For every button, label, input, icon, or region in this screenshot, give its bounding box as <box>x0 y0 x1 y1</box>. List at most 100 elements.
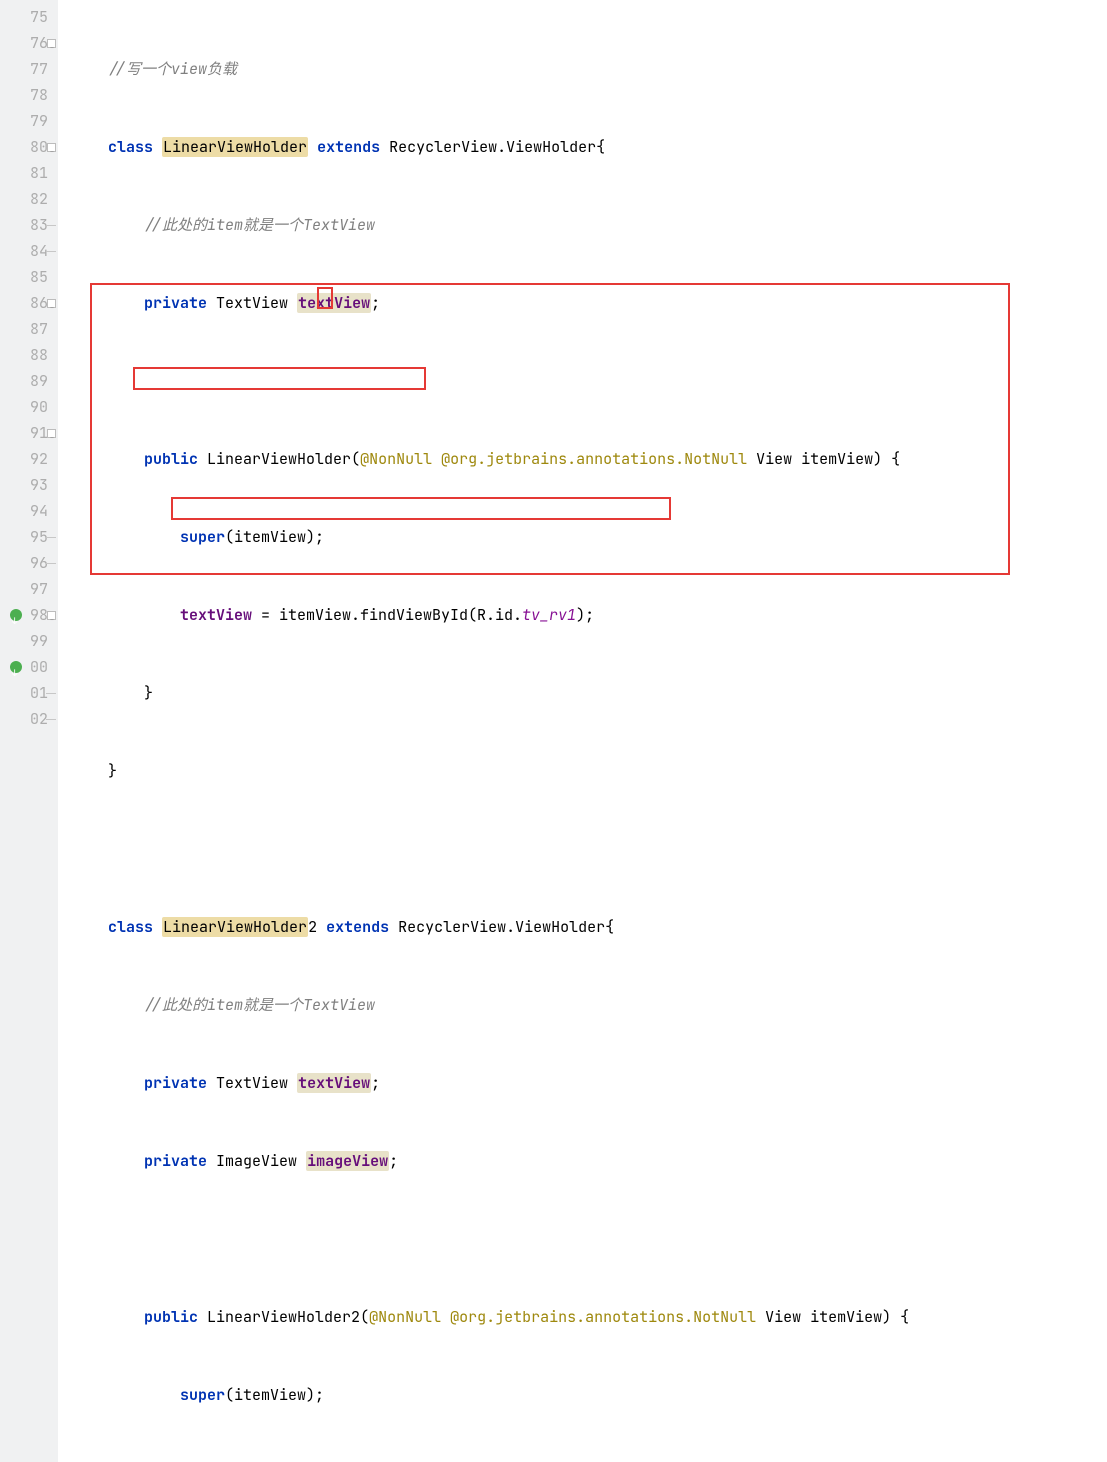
code-line: } <box>72 758 1107 784</box>
annotation: @org.jetbrains.annotations.NotNull <box>450 1307 756 1327</box>
comment: //此处的item就是一个TextView <box>144 215 375 235</box>
brace: } <box>108 761 117 781</box>
token: View itemView) { <box>756 1307 909 1327</box>
line-number: 89 <box>8 368 48 394</box>
annotation-box-imageview-assign <box>171 497 671 520</box>
code-line: } <box>72 680 1107 706</box>
line-number: 02 <box>8 706 48 732</box>
code-editor[interactable]: //写一个view负载 class LinearViewHolder exten… <box>58 0 1107 1462</box>
token: RecyclerView.ViewHolder{ <box>398 917 614 937</box>
code-line: textView = itemView.findViewById(R.id.tv… <box>72 602 1107 628</box>
line-number: 91 <box>8 420 48 446</box>
code-line <box>72 1226 1107 1252</box>
code-line: class LinearViewHolder extends RecyclerV… <box>72 134 1107 160</box>
line-number: 75 <box>8 4 48 30</box>
fold-icon[interactable] <box>47 299 56 308</box>
keyword: public <box>144 1307 198 1327</box>
override-gutter-icon[interactable] <box>10 661 22 673</box>
field: textView <box>297 293 371 313</box>
line-number: 83 <box>8 212 48 238</box>
token: ); <box>576 605 594 625</box>
token: RecyclerView.ViewHolder{ <box>389 137 605 157</box>
token: (itemView); <box>225 1385 324 1405</box>
type: ImageView <box>216 1151 297 1171</box>
line-number: 80 <box>8 134 48 160</box>
type: TextView <box>216 1073 288 1093</box>
line-number: 82 <box>8 186 48 212</box>
fold-icon[interactable] <box>47 611 56 620</box>
line-number: 95 <box>8 524 48 550</box>
code-line: textView = itemView.findViewById(R.id.tv… <box>72 1460 1107 1462</box>
code-line: //此处的item就是一个TextView <box>72 212 1107 238</box>
code-line: //此处的item就是一个TextView <box>72 992 1107 1018</box>
line-number: 98 <box>8 602 48 628</box>
ctor: LinearViewHolder2( <box>207 1307 369 1327</box>
class-name: LinearViewHolder <box>162 917 308 937</box>
line-number: 97 <box>8 576 48 602</box>
line-number: 76 <box>8 30 48 56</box>
token: = itemView.findViewById(R.id. <box>252 605 522 625</box>
comment: //此处的item就是一个TextView <box>144 995 375 1015</box>
class-name-suffix: 2 <box>308 917 317 937</box>
code-line: public LinearViewHolder(@NonNull @org.je… <box>72 446 1107 472</box>
keyword: super <box>180 527 225 547</box>
annotation: @org.jetbrains.annotations.NotNull <box>441 449 747 469</box>
code-line: private TextView textView; <box>72 1070 1107 1096</box>
fold-end-icon <box>46 251 56 252</box>
line-number: 90 <box>8 394 48 420</box>
keyword: extends <box>326 917 389 937</box>
keyword: private <box>144 1151 207 1171</box>
token: ; <box>389 1151 398 1171</box>
fold-end-icon <box>46 537 56 538</box>
token: (itemView); <box>225 527 324 547</box>
line-number: 79 <box>8 108 48 134</box>
field: textView <box>297 1073 371 1093</box>
line-number: 85 <box>8 264 48 290</box>
type: TextView <box>216 293 288 313</box>
fold-icon[interactable] <box>47 143 56 152</box>
code-line <box>72 836 1107 862</box>
line-number: 84 <box>8 238 48 264</box>
class-name: LinearViewHolder <box>162 137 308 157</box>
override-gutter-icon[interactable] <box>10 609 22 621</box>
field: textView <box>180 605 252 625</box>
token: ; <box>371 1073 380 1093</box>
line-number: 78 <box>8 82 48 108</box>
token: View itemView) { <box>747 449 900 469</box>
keyword: extends <box>317 137 380 157</box>
code-line: private ImageView imageView; <box>72 1148 1107 1174</box>
fold-end-icon <box>46 563 56 564</box>
keyword: class <box>108 917 153 937</box>
line-number: 81 <box>8 160 48 186</box>
line-number: 01 <box>8 680 48 706</box>
annotation: @NonNull <box>369 1307 441 1327</box>
code-line: private TextView textView; <box>72 290 1107 316</box>
code-line: //写一个view负载 <box>72 56 1107 82</box>
code-line: class LinearViewHolder2 extends Recycler… <box>72 914 1107 940</box>
line-number: 86 <box>8 290 48 316</box>
code-line <box>72 368 1107 394</box>
token: ; <box>371 293 380 313</box>
line-number: 94 <box>8 498 48 524</box>
code-line: super(itemView); <box>72 1382 1107 1408</box>
keyword: public <box>144 449 198 469</box>
line-number: 87 <box>8 316 48 342</box>
keyword: class <box>108 137 153 157</box>
line-number: 77 <box>8 56 48 82</box>
keyword: private <box>144 293 207 313</box>
line-number: 88 <box>8 342 48 368</box>
code-line: public LinearViewHolder2(@NonNull @org.j… <box>72 1304 1107 1330</box>
keyword: super <box>180 1385 225 1405</box>
ctor: LinearViewHolder( <box>207 449 360 469</box>
line-number: 96 <box>8 550 48 576</box>
annotation: @NonNull <box>360 449 432 469</box>
line-number: 00 <box>8 654 48 680</box>
fold-end-icon <box>46 225 56 226</box>
line-number: 93 <box>8 472 48 498</box>
fold-icon[interactable] <box>47 39 56 48</box>
fold-icon[interactable] <box>47 429 56 438</box>
code-line: super(itemView); <box>72 524 1107 550</box>
fold-end-icon <box>46 693 56 694</box>
keyword: private <box>144 1073 207 1093</box>
brace: } <box>144 683 153 703</box>
